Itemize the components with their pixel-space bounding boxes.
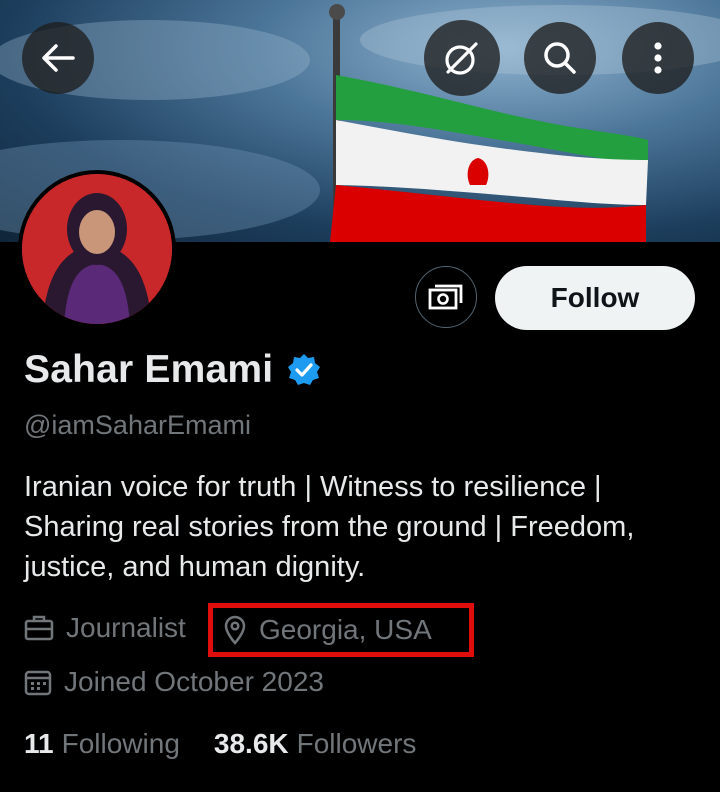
following-label: Following [61, 728, 180, 759]
arrow-left-icon [42, 44, 75, 72]
location-pin-icon [224, 615, 246, 645]
more-options-button[interactable] [622, 22, 694, 94]
profession-label: Journalist [66, 612, 186, 643]
followers-link[interactable]: 38.6K Followers [214, 728, 417, 760]
following-link[interactable]: 11 Following [24, 728, 180, 760]
search-button[interactable] [524, 22, 596, 94]
follow-button[interactable]: Follow [495, 266, 695, 330]
follow-stats: 11 Following 38.6K Followers [24, 728, 450, 760]
avatar[interactable] [18, 170, 176, 328]
following-count: 11 [24, 728, 54, 759]
profile-bio: Iranian voice for truth | Witness to res… [24, 471, 635, 583]
avatar-photo [22, 174, 172, 324]
more-vertical-icon [654, 42, 662, 74]
profession: Journalist [24, 612, 186, 644]
back-button[interactable] [22, 22, 94, 94]
grok-slash-circle-icon [445, 42, 478, 75]
calendar-icon [24, 670, 52, 696]
verified-badge-icon[interactable] [287, 353, 321, 387]
money-subscribe-icon [428, 284, 463, 310]
joined-row: Joined October 2023 [24, 666, 324, 698]
profile-name-row: Sahar Emami [24, 348, 321, 392]
followers-label: Followers [296, 728, 417, 759]
subscribe-button[interactable] [415, 266, 477, 328]
location-label: Georgia, USA [259, 614, 432, 645]
location-highlight: Georgia, USA [208, 603, 474, 657]
grok-button[interactable] [424, 20, 500, 96]
followers-count: 38.6K [213, 728, 289, 759]
profession-row: Journalist [24, 612, 186, 644]
user-handle: @iamSaharEmami [24, 410, 251, 440]
briefcase-icon [24, 615, 54, 641]
joined-date: Joined October 2023 [64, 666, 324, 697]
display-name: Sahar Emami [24, 348, 274, 391]
search-icon [544, 42, 576, 74]
